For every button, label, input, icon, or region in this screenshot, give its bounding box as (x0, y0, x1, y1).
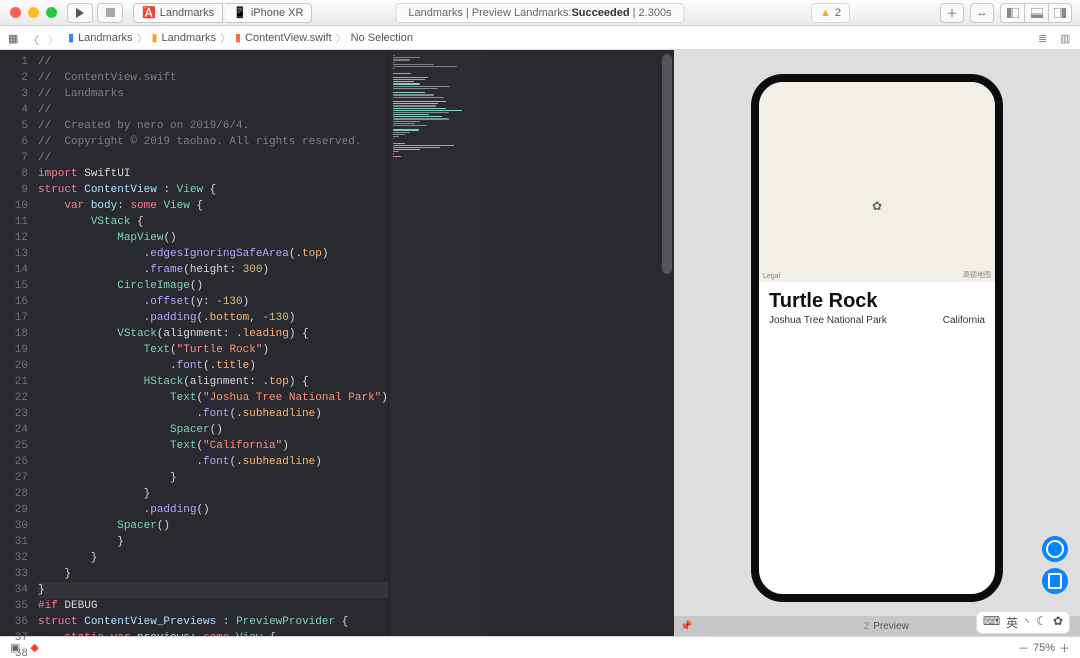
scheme-destination[interactable]: 📱 iPhone XR (225, 3, 312, 23)
map-legal-label: Legal (763, 273, 780, 280)
project-icon: ▮ (68, 31, 74, 44)
status-time: 2.300s (639, 7, 672, 19)
scheme-destination-label: iPhone XR (251, 7, 304, 19)
ime-indicator-icon[interactable]: ⌨ (983, 614, 1000, 631)
system-input-tray: ⌨ 英 ⸌ ☾ ✿ (976, 611, 1070, 634)
zoom-controls: － 75% ＋ (1018, 640, 1070, 656)
ime-language-label[interactable]: 英 (1006, 614, 1018, 631)
toolbar-right: ＋ ↔ (940, 3, 1072, 23)
build-status: Landmarks | Preview Landmarks: Succeeded… (395, 3, 684, 23)
zoom-level: 75% (1033, 642, 1055, 654)
toggle-navigator-button[interactable] (1000, 3, 1024, 23)
swift-file-icon: ▮ (235, 31, 241, 44)
panel-toggle-segment (1000, 3, 1072, 23)
folder-icon: ▮ (151, 31, 157, 44)
preview-subtitle-right: California (943, 315, 985, 326)
crumb-project[interactable]: Landmarks (78, 32, 132, 44)
source-editor[interactable]: 1234567891011121314151617181920212223242… (0, 50, 674, 636)
main-split: 1234567891011121314151617181920212223242… (0, 50, 1080, 636)
preview-canvas: ✿ Legal 高德地图 Turtle Rock Joshua Tree Nat… (674, 50, 1080, 636)
window-traffic-lights (0, 7, 67, 18)
related-items-icon[interactable]: ▦ (8, 32, 20, 44)
preview-tab-badge: 2 (864, 621, 870, 632)
editor-scrollbar[interactable] (660, 50, 674, 636)
preview-content: Turtle Rock Joshua Tree National Park Ca… (759, 282, 995, 334)
minimap[interactable] (388, 50, 486, 636)
ime-moon-icon[interactable]: ☾ (1036, 614, 1047, 631)
add-button[interactable]: ＋ (940, 3, 964, 23)
toolbar: 🅰️ Landmarks 📱 iPhone XR Landmarks | Pre… (0, 0, 1080, 26)
ime-mode-icon[interactable]: ⸌ (1024, 614, 1030, 631)
toggle-inspectors-button[interactable] (1048, 3, 1072, 23)
crumb-folder[interactable]: Landmarks (162, 32, 216, 44)
minimize-window-icon[interactable] (28, 7, 39, 18)
editor-options-icon[interactable]: ≣ (1038, 32, 1050, 44)
close-window-icon[interactable] (10, 7, 21, 18)
crumb-file[interactable]: ContentView.swift (245, 32, 332, 44)
scheme-selector[interactable]: 🅰️ Landmarks 📱 iPhone XR (133, 3, 312, 23)
zoom-window-icon[interactable] (46, 7, 57, 18)
warning-icon: ▲ (820, 7, 831, 19)
crumb-selection[interactable]: No Selection (351, 32, 413, 44)
line-gutter: 1234567891011121314151617181920212223242… (0, 50, 34, 636)
status-prefix: Landmarks | Preview Landmarks: (408, 7, 571, 19)
preview-subtitle-left: Joshua Tree National Park (769, 315, 887, 326)
run-button[interactable] (67, 3, 93, 23)
app-icon: 🅰️ (142, 6, 156, 19)
status-state: Succeeded (571, 7, 629, 19)
issues-indicator[interactable]: ▲ 2 (811, 3, 850, 23)
preview-tab-label: Preview (873, 621, 909, 632)
preview-title: Turtle Rock (769, 290, 985, 313)
toggle-debug-area-button[interactable] (1024, 3, 1048, 23)
warning-count: 2 (835, 7, 841, 19)
device-frame: ✿ Legal 高德地图 Turtle Rock Joshua Tree Nat… (751, 74, 1003, 602)
adjust-editor-icon[interactable]: ▥ (1060, 32, 1072, 44)
preview-inspect-button[interactable] (1042, 536, 1068, 562)
device-icon: 📱 (233, 6, 247, 19)
zoom-in-button[interactable]: ＋ (1059, 640, 1070, 656)
map-view: ✿ Legal 高德地图 (759, 82, 995, 282)
code-review-button[interactable]: ↔ (970, 3, 994, 23)
nav-forward-icon[interactable]: 〉 (48, 32, 60, 44)
ime-settings-icon[interactable]: ✿ (1053, 614, 1063, 631)
code-area[interactable]: //// ContentView.swift// Landmarks//// C… (34, 50, 388, 636)
scheme-target[interactable]: 🅰️ Landmarks (133, 3, 223, 23)
scheme-target-label: Landmarks (160, 7, 214, 19)
scrollbar-thumb[interactable] (662, 54, 672, 274)
jump-bar: ▦ 〈 〉 ▮ Landmarks 〉 ▮ Landmarks 〉 ▮ Cont… (0, 26, 1080, 50)
preview-duplicate-button[interactable] (1042, 568, 1068, 594)
stop-button[interactable] (97, 3, 123, 23)
pin-icon[interactable]: 📌 (680, 621, 692, 632)
map-provider-label: 高德地图 (963, 270, 991, 280)
nav-back-icon[interactable]: 〈 (28, 32, 40, 44)
preview-tab[interactable]: 2 Preview (854, 621, 919, 632)
zoom-out-button[interactable]: － (1018, 640, 1029, 656)
breakpoint-icon[interactable]: ◆ (30, 641, 38, 654)
breadcrumb[interactable]: ▮ Landmarks 〉 ▮ Landmarks 〉 ▮ ContentVie… (68, 30, 413, 46)
map-pin-icon: ✿ (872, 199, 882, 213)
bottom-bar: ▣ ◆ － 75% ＋ (0, 636, 1080, 658)
